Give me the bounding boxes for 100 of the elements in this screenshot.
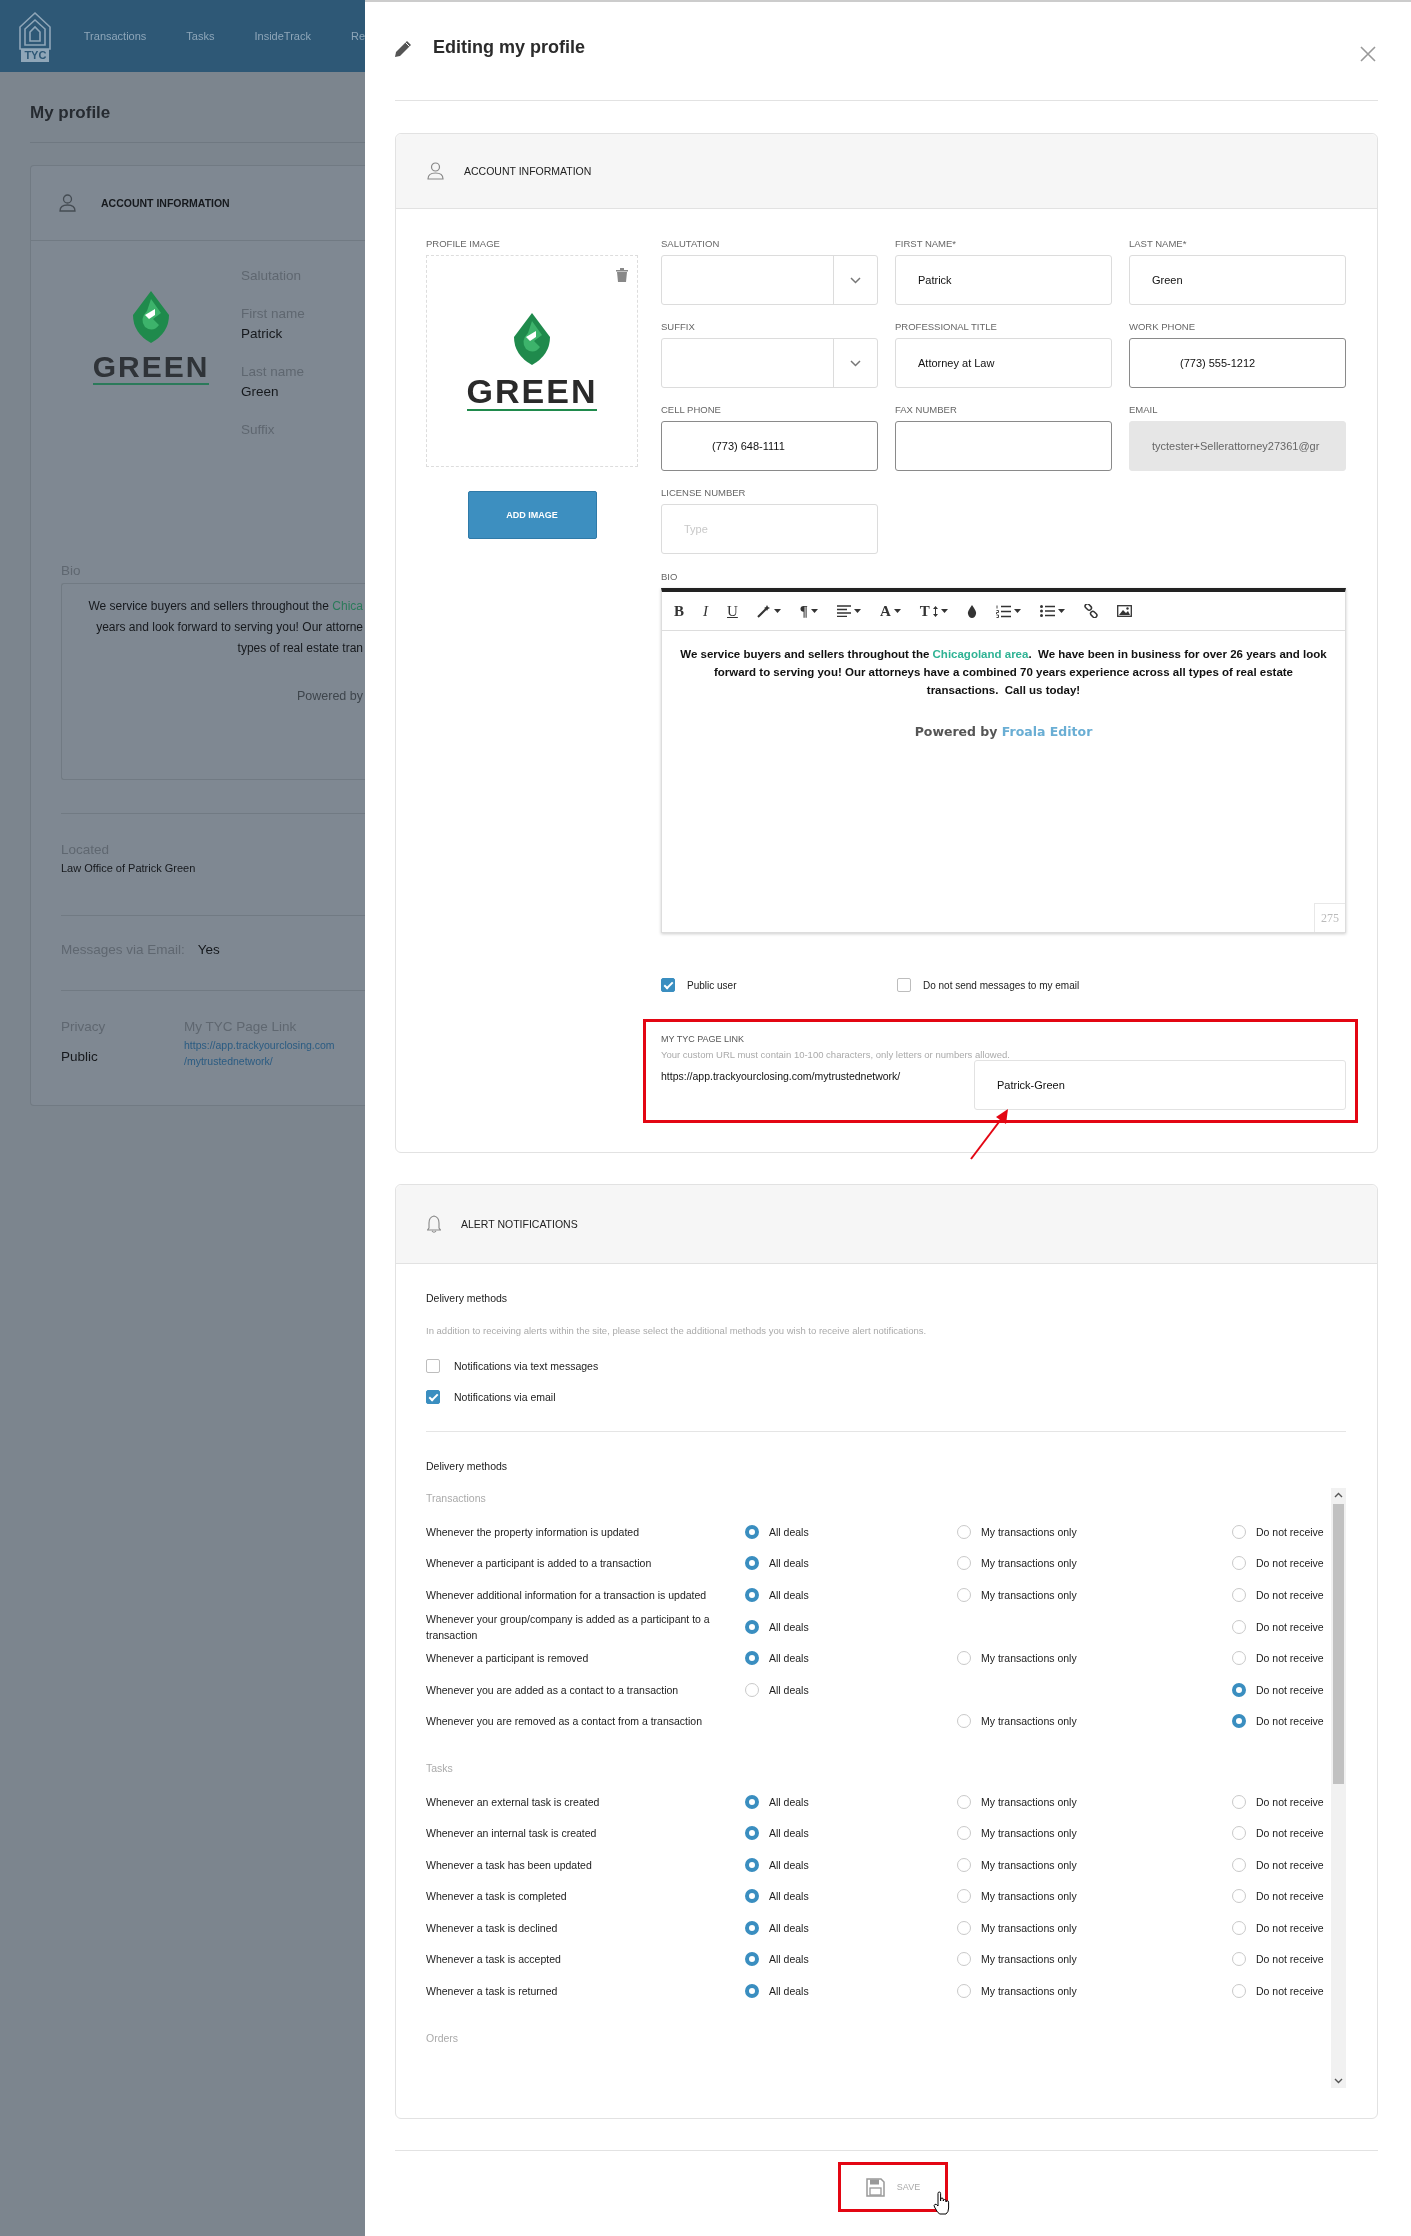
radio-button[interactable]	[745, 1889, 759, 1904]
option-label[interactable]: My transactions only	[981, 1795, 1077, 1808]
radio-button[interactable]	[1232, 1983, 1246, 1998]
radio-button[interactable]	[957, 1920, 971, 1935]
checkbox[interactable]	[897, 978, 911, 992]
radio-button[interactable]	[745, 1619, 759, 1634]
option-label[interactable]: My transactions only	[981, 1890, 1077, 1903]
option-label[interactable]: Do not receive	[1256, 1557, 1324, 1570]
option-label[interactable]: All deals	[769, 1525, 809, 1538]
radio-button[interactable]	[745, 1651, 759, 1666]
rich-text-editor[interactable]	[661, 588, 1346, 933]
color-drop-icon[interactable]	[966, 604, 977, 618]
radio-button[interactable]	[745, 1794, 759, 1809]
close-icon[interactable]	[1360, 46, 1376, 62]
option-label[interactable]: Do not receive	[1256, 1858, 1324, 1871]
image-icon[interactable]	[1116, 605, 1132, 617]
radio-button[interactable]	[957, 1524, 971, 1539]
house-logo-icon[interactable]	[18, 10, 53, 51]
radio-button[interactable]	[745, 1556, 759, 1571]
option-label[interactable]: Do not receive	[1256, 1652, 1324, 1665]
numbered-list-icon[interactable]	[995, 604, 1011, 618]
caret-icon[interactable]	[810, 609, 818, 613]
option-label[interactable]: All deals	[769, 1984, 809, 1997]
radio-button[interactable]	[1232, 1651, 1246, 1666]
select-field[interactable]	[661, 338, 878, 388]
caret-icon[interactable]	[1057, 609, 1065, 613]
caret-icon[interactable]	[853, 609, 861, 613]
option-label[interactable]: My transactions only	[981, 1953, 1077, 1966]
option-label[interactable]: All deals	[769, 1652, 809, 1665]
option-label[interactable]: My transactions only	[981, 1557, 1077, 1570]
checkbox-label[interactable]: Notifications via text messages	[454, 1360, 599, 1372]
option-label[interactable]: Do not receive	[1256, 1890, 1324, 1903]
add-image-button[interactable]: ADD IMAGE	[467, 491, 597, 539]
radio-button[interactable]	[1232, 1524, 1246, 1539]
option-label[interactable]: My transactions only	[981, 1921, 1077, 1934]
option-label[interactable]: My transactions only	[981, 1715, 1077, 1728]
chevron-down-icon[interactable]	[850, 359, 861, 367]
checkbox[interactable]	[426, 1359, 440, 1373]
radio-button[interactable]	[957, 1587, 971, 1602]
option-label[interactable]: All deals	[769, 1827, 809, 1840]
option-label[interactable]: My transactions only	[981, 1588, 1077, 1601]
radio-button[interactable]	[1232, 1952, 1246, 1967]
input-field[interactable]: (773) 555-1212	[1129, 338, 1346, 388]
radio-button[interactable]	[745, 1682, 759, 1697]
option-label[interactable]: My transactions only	[981, 1984, 1077, 1997]
input-field[interactable]: Patrick	[895, 255, 1112, 305]
chevron-down-icon[interactable]	[850, 276, 861, 284]
radio-button[interactable]	[745, 1983, 759, 1998]
radio-button[interactable]	[957, 1556, 971, 1571]
input-field[interactable]	[895, 421, 1112, 471]
caret-icon[interactable]	[893, 609, 901, 613]
radio-button[interactable]	[745, 1952, 759, 1967]
input-field[interactable]: Green	[1129, 255, 1346, 305]
checkbox-label[interactable]: Notifications via email	[454, 1391, 556, 1403]
radio-button[interactable]	[957, 1983, 971, 1998]
radio-button[interactable]	[957, 1952, 971, 1967]
checkbox[interactable]	[426, 1390, 440, 1404]
radio-button[interactable]	[1232, 1714, 1246, 1729]
radio-button[interactable]	[957, 1857, 971, 1872]
chevron-down-icon[interactable]	[1334, 2078, 1343, 2084]
radio-button[interactable]	[1232, 1556, 1246, 1571]
option-label[interactable]: Do not receive	[1256, 1715, 1324, 1728]
font-size-button[interactable]: T	[919, 602, 930, 620]
radio-button[interactable]	[745, 1587, 759, 1602]
radio-button[interactable]	[745, 1920, 759, 1935]
option-label[interactable]: All deals	[769, 1620, 809, 1633]
caret-icon[interactable]	[773, 609, 781, 613]
option-label[interactable]: My transactions only	[981, 1858, 1077, 1871]
option-label[interactable]: All deals	[769, 1795, 809, 1808]
font-family-button[interactable]: A	[879, 602, 891, 620]
magic-wand-icon[interactable]	[756, 604, 771, 618]
radio-button[interactable]	[745, 1826, 759, 1841]
paragraph-button[interactable]: ¶	[799, 602, 808, 620]
option-label[interactable]: All deals	[769, 1557, 809, 1570]
option-label[interactable]: My transactions only	[981, 1525, 1077, 1538]
radio-button[interactable]	[745, 1857, 759, 1872]
radio-button[interactable]	[1232, 1794, 1246, 1809]
option-label[interactable]: All deals	[769, 1921, 809, 1934]
option-label[interactable]: All deals	[769, 1953, 809, 1966]
option-label[interactable]: Do not receive	[1256, 1953, 1324, 1966]
checkbox-label[interactable]: Public user	[687, 979, 737, 991]
radio-button[interactable]	[957, 1826, 971, 1841]
caret-icon[interactable]	[940, 609, 948, 613]
up-down-arrow-icon[interactable]	[932, 605, 938, 617]
option-label[interactable]: My transactions only	[981, 1827, 1077, 1840]
radio-button[interactable]	[1232, 1587, 1246, 1602]
option-label[interactable]: Do not receive	[1256, 1795, 1324, 1808]
option-label[interactable]: Do not receive	[1256, 1984, 1324, 1997]
option-label[interactable]: Do not receive	[1256, 1827, 1324, 1840]
select-field[interactable]	[661, 255, 878, 305]
option-label[interactable]: All deals	[769, 1890, 809, 1903]
radio-button[interactable]	[745, 1524, 759, 1539]
input-field[interactable]: (773) 648-1111	[661, 421, 878, 471]
checkbox[interactable]	[661, 978, 675, 992]
radio-button[interactable]	[957, 1651, 971, 1666]
underline-button[interactable]: U	[727, 602, 738, 620]
option-label[interactable]: My transactions only	[981, 1652, 1077, 1665]
radio-button[interactable]	[1232, 1619, 1246, 1634]
input-field[interactable]: Patrick-Green	[974, 1060, 1346, 1110]
caret-icon[interactable]	[1013, 609, 1021, 613]
